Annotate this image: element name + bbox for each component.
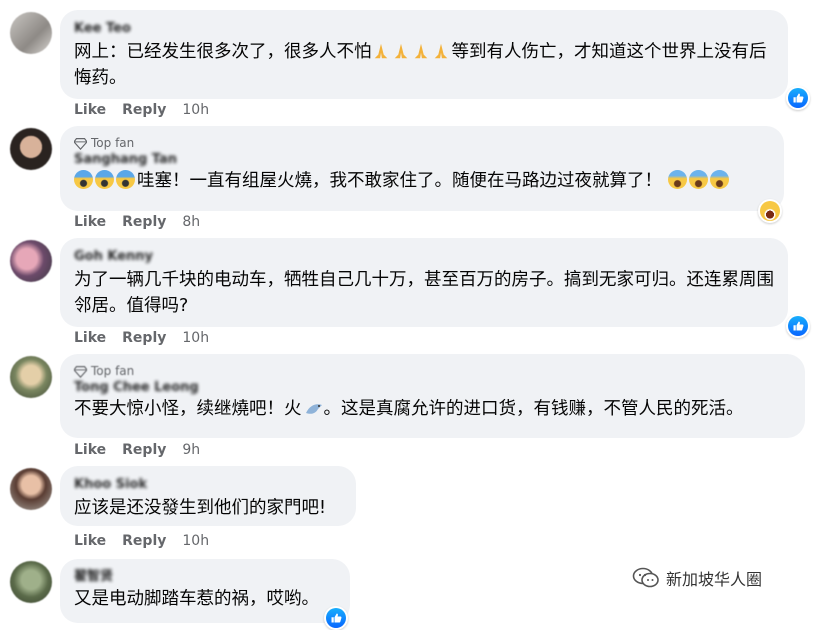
pray-emoji-icon	[414, 43, 427, 59]
comment-bubble: Top fan Sanghang Tan 哇塞！一直有组屋火燒，我不敢家住了。随…	[60, 126, 784, 211]
comment-bubble: Kee Teo 网上：已经发生很多次了，很多人不怕 等到有人伤亡，才知道这个世界上…	[60, 10, 788, 99]
comment-bubble: 翟智贤 又是电动脚踏车惹的祸，哎哟。	[60, 559, 350, 623]
thumbs-up-icon	[326, 608, 346, 628]
thumbs-up-icon	[788, 316, 808, 336]
reaction-badge[interactable]	[786, 314, 810, 338]
scream-emoji-icon	[95, 170, 114, 189]
reply-link[interactable]: Reply	[122, 330, 166, 346]
comment-actions: Like Reply 9h	[74, 442, 200, 458]
avatar[interactable]	[10, 128, 52, 170]
reaction-badge[interactable]	[324, 606, 348, 630]
comment-text: 不要大惊小怪，续继燒吧！火 。这是真腐允许的进口货，有钱赚，不管人民的死活。	[74, 399, 744, 419]
comment-text: 为了一辆几千块的电动车，牺牲自己几十万，甚至百万的房子。搞到无家可归。还连累周围…	[74, 270, 774, 316]
reply-link[interactable]: Reply	[122, 533, 166, 549]
timestamp[interactable]: 10h	[182, 533, 209, 549]
avatar[interactable]	[10, 561, 52, 603]
anxious-sweat-emoji-icon	[688, 170, 708, 189]
anxious-sweat-emoji-icon	[709, 170, 729, 189]
reply-link[interactable]: Reply	[122, 442, 166, 458]
comment-actions: Like Reply 10h	[74, 533, 209, 549]
avatar[interactable]	[10, 468, 52, 510]
thumbs-up-icon	[788, 88, 808, 108]
timestamp[interactable]: 9h	[182, 442, 200, 458]
avatar[interactable]	[10, 356, 52, 398]
pray-emoji-icon	[434, 43, 447, 59]
like-link[interactable]: Like	[74, 533, 106, 549]
anxious-sweat-emoji-icon	[667, 170, 687, 189]
top-fan-badge: Top fan	[74, 135, 772, 151]
comment-bubble: Khoo Siok 应该是还没發生到他们的家門吧!	[60, 466, 356, 526]
avatar[interactable]	[10, 240, 52, 282]
comment-actions: Like Reply 10h	[74, 102, 209, 118]
timestamp[interactable]: 10h	[182, 330, 209, 346]
comment-bubble: Top fan Tong Chee Leong 不要大惊小怪，续继燒吧！火 。这是…	[60, 354, 805, 438]
scream-emoji-icon	[116, 170, 135, 189]
reaction-badge[interactable]	[786, 86, 810, 110]
badge-label: Top fan	[91, 136, 135, 150]
diamond-icon	[74, 365, 87, 378]
avatar[interactable]	[10, 12, 52, 54]
comment-bubble: Goh Kenny 为了一辆几千块的电动车，牺牲自己几十万，甚至百万的房子。搞到…	[60, 238, 788, 327]
wechat-icon	[632, 567, 659, 588]
comment-author[interactable]: 翟智贤	[74, 568, 338, 585]
comment-text: 又是电动脚踏车惹的祸，哎哟。	[74, 589, 319, 609]
comment-author[interactable]: Kee Teo	[74, 20, 776, 37]
like-link[interactable]: Like	[74, 330, 106, 346]
diamond-icon	[74, 137, 87, 150]
comment-text: 网上：已经发生很多次了，很多人不怕 等到有人伤亡，才知道这个世界上没有后悔药。	[74, 42, 767, 88]
watermark-label: 新加坡华人圈	[666, 570, 763, 589]
haha-icon	[760, 201, 780, 221]
watermark: 新加坡华人圈	[632, 566, 762, 590]
bird-emoji-icon	[305, 404, 322, 414]
reply-link[interactable]: Reply	[122, 214, 166, 230]
comment-author[interactable]: Sanghang Tan	[74, 151, 772, 168]
reaction-badge[interactable]	[758, 199, 782, 223]
timestamp[interactable]: 10h	[182, 102, 209, 118]
like-link[interactable]: Like	[74, 214, 106, 230]
comment-author[interactable]: Khoo Siok	[74, 476, 344, 493]
comment-text: 哇塞！一直有组屋火燒，我不敢家住了。随便在马路边过夜就算了！	[74, 168, 772, 194]
pray-emoji-icon	[374, 43, 387, 59]
reply-link[interactable]: Reply	[122, 102, 166, 118]
scream-emoji-icon	[74, 170, 93, 189]
comment-text: 应该是还没發生到他们的家門吧!	[74, 498, 327, 518]
pray-emoji-icon	[394, 43, 407, 59]
badge-label: Top fan	[91, 364, 135, 378]
like-link[interactable]: Like	[74, 442, 106, 458]
like-link[interactable]: Like	[74, 102, 106, 118]
timestamp[interactable]: 8h	[182, 214, 200, 230]
comment-actions: Like Reply 8h	[74, 214, 200, 230]
top-fan-badge: Top fan	[74, 363, 793, 379]
comment-actions: Like Reply 10h	[74, 330, 209, 346]
comment-author[interactable]: Goh Kenny	[74, 248, 776, 265]
comment-author[interactable]: Tong Chee Leong	[74, 379, 793, 396]
